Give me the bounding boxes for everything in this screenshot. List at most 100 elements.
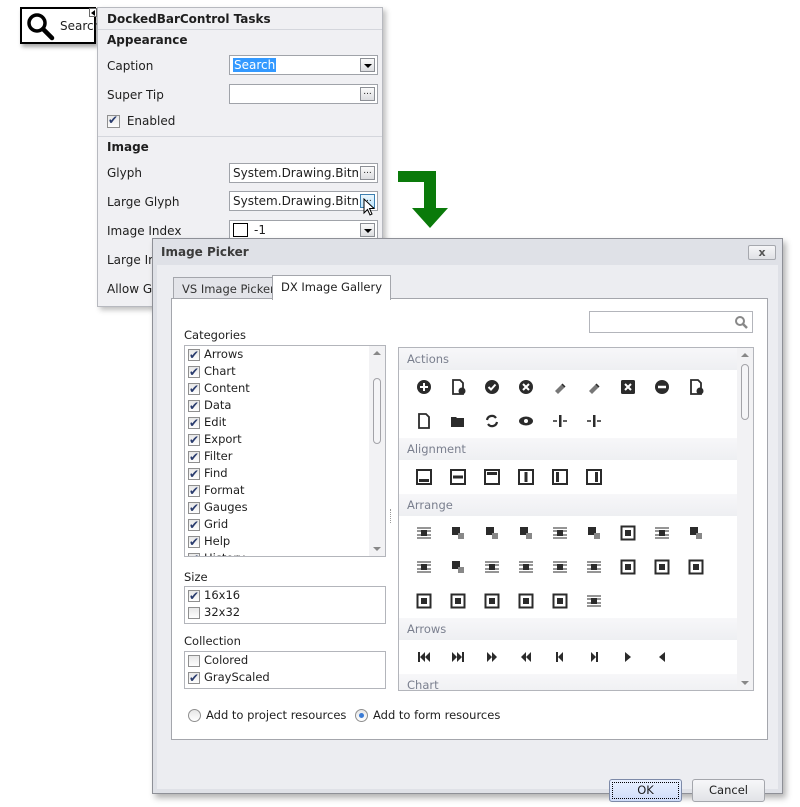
position-top-right-icon[interactable] xyxy=(679,550,713,584)
list-item[interactable]: Find xyxy=(185,465,385,483)
enabled-checkbox[interactable]: Enabled xyxy=(107,113,175,128)
list-item[interactable]: Gauges xyxy=(185,499,385,517)
show-icon[interactable] xyxy=(509,404,543,438)
next-bar-icon[interactable] xyxy=(577,640,611,674)
cancel-icon[interactable] xyxy=(509,370,543,404)
bring-to-front-of-text-icon[interactable] xyxy=(509,516,543,550)
checkbox[interactable] xyxy=(188,483,200,500)
list-item[interactable]: 32x32 xyxy=(185,604,385,621)
search-input[interactable] xyxy=(589,311,753,333)
checkbox[interactable] xyxy=(188,500,200,517)
align-bottom-icon[interactable] xyxy=(407,460,441,494)
radio-form-resources[interactable]: Add to form resources xyxy=(355,708,500,722)
with-text-wrapping-icon[interactable] xyxy=(577,584,611,618)
list-item[interactable]: Data xyxy=(185,397,385,415)
gallery-scrollbar[interactable] xyxy=(737,348,753,690)
checkbox[interactable] xyxy=(188,347,200,364)
document-remove-icon[interactable] xyxy=(679,370,713,404)
list-item[interactable]: Edit xyxy=(185,414,385,432)
close-button[interactable]: x xyxy=(748,245,776,260)
glyph-field[interactable]: System.Drawing.Bitma ... xyxy=(229,163,378,183)
search-icon[interactable] xyxy=(734,315,748,329)
list-item[interactable]: Format xyxy=(185,482,385,500)
shrink-icon[interactable] xyxy=(543,404,577,438)
position-top-center-icon[interactable] xyxy=(611,550,645,584)
glyph-ellipsis-button[interactable]: ... xyxy=(360,166,375,180)
new-document-add-icon[interactable] xyxy=(441,370,475,404)
scroll-down-icon[interactable] xyxy=(373,547,381,551)
list-item[interactable]: Export xyxy=(185,431,385,449)
scroll-thumb[interactable] xyxy=(373,378,381,444)
checkbox[interactable] xyxy=(188,654,200,667)
list-item[interactable]: GrayScaled xyxy=(185,669,385,687)
checkbox[interactable] xyxy=(188,551,200,556)
prev-icon[interactable] xyxy=(645,640,679,674)
align-middle-icon[interactable] xyxy=(441,460,475,494)
search-bar-item[interactable]: Search xyxy=(20,7,101,44)
checkbox[interactable] xyxy=(188,466,200,483)
super-tip-field[interactable]: ... xyxy=(229,84,378,104)
categories-scrollbar[interactable] xyxy=(369,346,385,556)
clear-icon[interactable] xyxy=(543,370,577,404)
edit-wrap-points-icon[interactable] xyxy=(543,516,577,550)
delete-icon[interactable] xyxy=(611,370,645,404)
position-bottom-left-icon[interactable] xyxy=(509,584,543,618)
super-tip-ellipsis-button[interactable]: ... xyxy=(360,87,375,101)
wrap-top-bottom-icon[interactable] xyxy=(577,550,611,584)
radio-circle[interactable] xyxy=(355,708,368,722)
send-to-back-icon[interactable] xyxy=(441,550,475,584)
wrap-behind-text-icon[interactable] xyxy=(407,516,441,550)
radio-project-resources[interactable]: Add to project resources xyxy=(188,708,346,722)
align-center-icon[interactable] xyxy=(509,460,543,494)
list-item[interactable]: Content xyxy=(185,380,385,398)
refresh-icon[interactable] xyxy=(475,404,509,438)
size-list[interactable]: 16x16 32x32 xyxy=(184,586,386,624)
square-wrap-icon[interactable] xyxy=(645,516,679,550)
chevron-down-icon[interactable] xyxy=(360,223,375,237)
align-top-icon[interactable] xyxy=(475,460,509,494)
position-bottom-center-icon[interactable] xyxy=(475,584,509,618)
ok-button[interactable]: OK xyxy=(609,779,682,802)
position-middle-left-icon[interactable] xyxy=(407,584,441,618)
checkbox[interactable] xyxy=(188,449,200,466)
align-left-icon[interactable] xyxy=(543,460,577,494)
position-top-left-icon[interactable] xyxy=(645,550,679,584)
double-next-icon[interactable] xyxy=(475,640,509,674)
list-item[interactable]: Grid xyxy=(185,516,385,534)
list-item[interactable]: Colored xyxy=(185,652,385,669)
tab-dx-image-gallery[interactable]: DX Image Gallery xyxy=(272,275,392,300)
list-item[interactable]: Filter xyxy=(185,448,385,466)
checkbox[interactable] xyxy=(188,588,200,605)
list-item[interactable]: History xyxy=(185,550,385,556)
apply-icon[interactable] xyxy=(475,370,509,404)
add-icon[interactable] xyxy=(407,370,441,404)
checkbox[interactable] xyxy=(188,398,200,415)
chevron-down-icon[interactable] xyxy=(360,58,375,72)
open-icon[interactable] xyxy=(441,404,475,438)
image-gallery[interactable]: Actions Alignment Arrange Arrows Chart xyxy=(398,347,754,691)
new-icon[interactable] xyxy=(407,404,441,438)
large-glyph-field[interactable]: System.Drawing.Bitma ... xyxy=(229,191,378,211)
checkbox[interactable] xyxy=(188,534,200,551)
checkbox[interactable] xyxy=(188,606,200,619)
expand-icon[interactable] xyxy=(577,404,611,438)
wrap-square-icon[interactable] xyxy=(475,550,509,584)
list-item[interactable]: Arrows xyxy=(185,346,385,364)
first-icon[interactable] xyxy=(407,640,441,674)
align-right-icon[interactable] xyxy=(577,460,611,494)
remove-icon[interactable] xyxy=(645,370,679,404)
scroll-up-icon[interactable] xyxy=(373,351,381,355)
checkbox[interactable] xyxy=(188,415,200,432)
search-text[interactable] xyxy=(593,313,733,331)
scroll-down-icon[interactable] xyxy=(741,681,749,685)
wrap-tight-icon[interactable] xyxy=(509,550,543,584)
checkbox[interactable] xyxy=(188,432,200,449)
clear-formatting-icon[interactable] xyxy=(577,370,611,404)
caption-combo[interactable]: Search xyxy=(229,55,378,75)
position-bottom-right-icon[interactable] xyxy=(543,584,577,618)
smart-tag-glyph[interactable] xyxy=(89,8,97,17)
next-icon[interactable] xyxy=(611,640,645,674)
wrap-in-front-of-text-icon[interactable] xyxy=(577,516,611,550)
list-item[interactable]: Chart xyxy=(185,363,385,381)
wrap-through-icon[interactable] xyxy=(543,550,577,584)
